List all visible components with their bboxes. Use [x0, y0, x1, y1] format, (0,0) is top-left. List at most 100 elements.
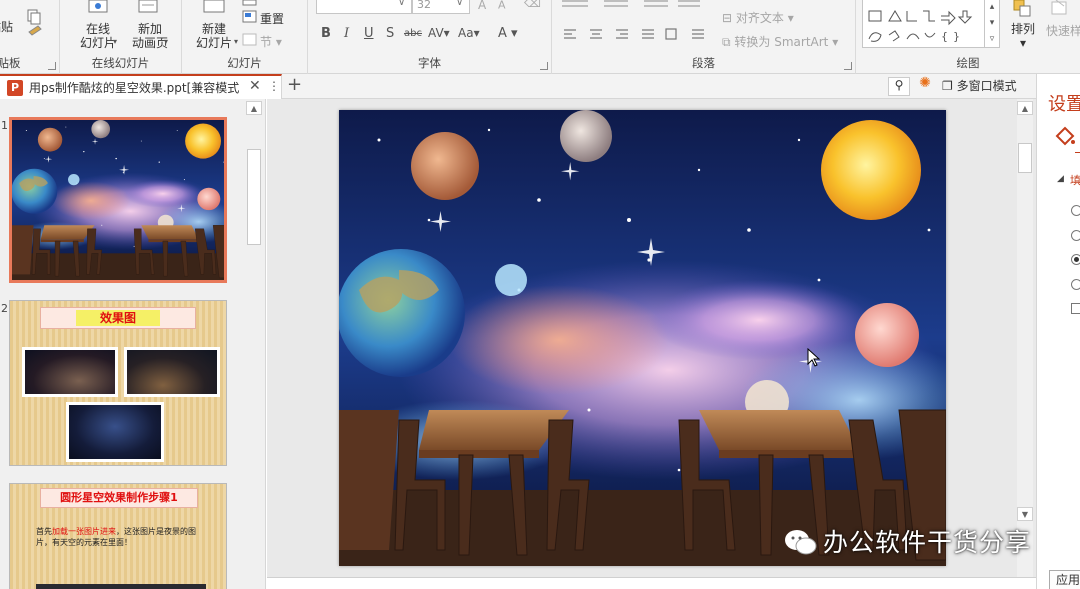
slide-3-title: 圆形星空效果制作步骤1	[60, 491, 178, 504]
change-case-icon[interactable]: Aa▾	[458, 26, 480, 40]
shapes-gallery-icons: {}	[868, 10, 973, 43]
apply-to-all-button[interactable]: 应用	[1049, 570, 1080, 589]
font-launcher-icon[interactable]	[540, 62, 548, 70]
font-size-value: 32	[417, 0, 431, 11]
font-color-icon[interactable]: A ▾	[498, 26, 518, 41]
shadow-icon[interactable]: S	[386, 26, 394, 41]
new-animation-page-button[interactable]: 新加 动画页	[122, 22, 178, 50]
ribbon: 粘贴 剪贴板 在线 幻灯片 新加 动画页 ▾ ▾ 在线幻灯片	[0, 0, 1080, 74]
collapse-arrow-icon[interactable]: ◢	[1057, 174, 1064, 184]
reset-button[interactable]: 重置	[260, 10, 284, 27]
char-spacing-icon[interactable]: AV▾	[428, 26, 450, 40]
fill-option-radio[interactable]	[1071, 205, 1080, 216]
slide-thumbnail-2[interactable]: 效果图	[9, 300, 227, 466]
clipboard-launcher-icon[interactable]	[48, 62, 56, 70]
alignment-buttons[interactable]	[562, 28, 722, 42]
notes-pane[interactable]	[267, 577, 1036, 589]
chevron-down-icon[interactable]: ∨	[456, 0, 463, 8]
paste-label: 粘贴	[0, 20, 13, 34]
online-slide-button[interactable]: 在线 幻灯片	[70, 22, 126, 50]
fill-option-radio[interactable]	[1071, 230, 1080, 241]
tab-underline	[1075, 152, 1080, 153]
scrollbar-thumb[interactable]	[1018, 143, 1032, 173]
powerpoint-window: 粘贴 剪贴板 在线 幻灯片 新加 动画页 ▾ ▾ 在线幻灯片	[0, 0, 1080, 589]
slide-editor: ▲ ▼	[267, 99, 1036, 589]
hide-background-checkbox[interactable]	[1071, 303, 1080, 314]
reset-icon	[242, 10, 257, 23]
slide-thumbnail-1[interactable]	[9, 117, 227, 283]
shapes-gallery-scroll[interactable]: ▴ ▾ ▿	[984, 0, 1000, 48]
multi-window-icon: ❐	[942, 79, 953, 93]
scroll-down-icon[interactable]: ▼	[1017, 507, 1033, 521]
underline-icon[interactable]: U	[364, 26, 374, 41]
slide-scrollbar[interactable]: ▲ ▼	[1017, 99, 1033, 577]
online-slide-icon	[88, 0, 108, 13]
thumbnail-scrollbar[interactable]: ▲	[246, 99, 262, 589]
convert-smartart-label: 转换为 SmartArt	[734, 35, 829, 49]
current-slide[interactable]	[339, 110, 946, 566]
align-text-label: 对齐文本	[735, 11, 784, 25]
more-options-icon[interactable]: ⋮	[268, 79, 280, 93]
drawing-group-label: 绘图	[956, 56, 980, 70]
starry-restaurant-image	[339, 110, 946, 566]
arrange-icon	[1013, 0, 1031, 17]
pin-icon[interactable]: ⚲	[888, 77, 910, 96]
powerpoint-file-icon: P	[7, 80, 23, 96]
effect-image-2	[124, 347, 220, 397]
fill-bucket-icon[interactable]	[1053, 126, 1077, 148]
layout-icon	[242, 0, 257, 6]
strikethrough-icon[interactable]: abc	[404, 28, 422, 39]
new-tab-icon[interactable]: +	[287, 74, 302, 95]
slide-3-body-highlight: 加载一张图片进来	[52, 527, 116, 536]
clipboard-group: 粘贴 剪贴板	[0, 0, 60, 74]
font-group: ∨ 32 ∨ Aˆ Aˇ ⌫ B I U S abc AV▾ Aa▾ A ▾ 字…	[308, 0, 552, 74]
svg-text:}: }	[953, 30, 960, 43]
slide-3-body-start: 首先	[36, 527, 52, 536]
fill-option-radio-selected[interactable]	[1071, 254, 1080, 265]
paragraph-launcher-icon[interactable]	[844, 62, 852, 70]
copy-icon[interactable]	[26, 2, 44, 42]
fill-option-radio[interactable]	[1071, 279, 1080, 290]
chevron-down-icon: ▾	[164, 37, 169, 46]
multi-window-mode-button[interactable]: ❐ 多窗口模式	[942, 77, 1017, 96]
chevron-down-icon[interactable]: ∨	[398, 0, 405, 8]
gear-icon[interactable]: ✺	[914, 75, 936, 94]
quick-styles-button[interactable]: 快速样	[1046, 22, 1080, 39]
document-tab[interactable]: P 用ps制作酷炫的星空效果.ppt[兼容模式 ✕ ⋮	[0, 74, 282, 99]
effect-image-3	[66, 402, 164, 462]
slide-3-image	[36, 584, 206, 589]
new-animation-page-icon	[138, 0, 158, 13]
arrange-label: 排列	[1010, 22, 1035, 36]
document-title: 用ps制作酷炫的星空效果.ppt[兼容模式	[29, 81, 240, 95]
paste-button[interactable]: 粘贴	[0, 20, 16, 34]
section-button[interactable]: 节 ▾	[260, 33, 282, 50]
italic-icon[interactable]: I	[344, 26, 349, 41]
scroll-up-icon[interactable]: ▲	[1017, 101, 1033, 115]
fill-section-label[interactable]: 填	[1070, 172, 1080, 188]
clear-format-icon[interactable]: ⌫	[524, 0, 541, 10]
convert-smartart-button[interactable]: ⧉ 转换为 SmartArt ▾	[722, 33, 838, 50]
scrollbar-thumb[interactable]	[247, 149, 261, 245]
grow-font-icon[interactable]: Aˆ	[478, 0, 491, 12]
close-icon[interactable]: ✕	[249, 78, 261, 94]
starry-restaurant-thumbnail	[12, 120, 224, 280]
smartart-icon: ⧉	[722, 35, 731, 49]
shrink-font-icon[interactable]: Aˇ	[498, 0, 510, 12]
online-slides-group-label: 在线幻灯片	[91, 56, 150, 70]
svg-text:{: {	[941, 30, 948, 43]
bold-icon[interactable]: B	[321, 26, 331, 41]
arrange-button[interactable]: 排列 ▾	[1006, 22, 1040, 50]
new-slide-icon	[203, 0, 225, 13]
slides-group: 新建 幻灯片 ▾ 重置 节 ▾ 幻灯片	[182, 0, 308, 74]
align-text-button[interactable]: ⊟ 对齐文本 ▾	[722, 9, 794, 26]
align-text-icon: ⊟	[722, 11, 733, 25]
online-slides-group: 在线 幻灯片 新加 动画页 ▾ ▾ 在线幻灯片	[60, 0, 182, 74]
shapes-gallery[interactable]: {}	[862, 0, 986, 48]
slide-thumbnail-3[interactable]: 圆形星空效果制作步骤1 首先加载一张图片进来，这张图片是夜景的图片，有天空的元素…	[9, 483, 227, 589]
document-tab-bar: P 用ps制作酷炫的星空效果.ppt[兼容模式 ✕ ⋮ + ⚲ ✺ ❐ 多窗口模…	[0, 74, 1036, 99]
pane-title: 设置	[1048, 94, 1080, 115]
drawing-group: {} ▴ ▾ ▿ 排列 ▾ 快速样 绘图	[856, 0, 1080, 74]
chevron-down-icon: ▾	[113, 37, 118, 46]
scroll-up-icon[interactable]: ▲	[246, 101, 262, 115]
chevron-down-icon: ▾	[234, 37, 239, 46]
